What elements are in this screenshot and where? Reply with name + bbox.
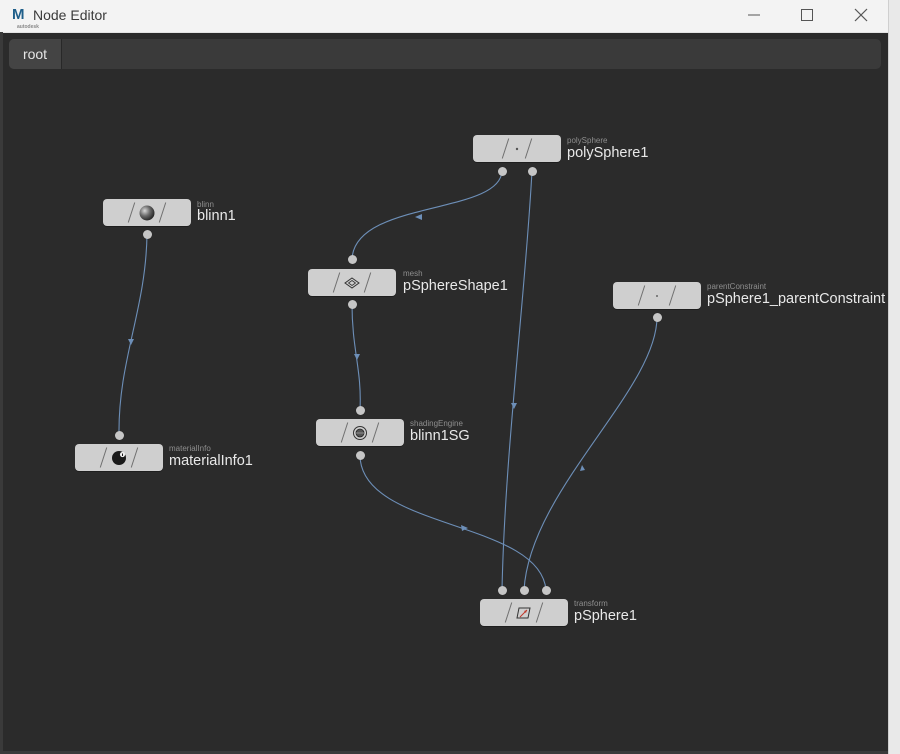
node-polysphere1[interactable] (473, 135, 561, 162)
output-port[interactable] (652, 312, 662, 322)
input-port[interactable] (114, 430, 124, 440)
wire-parentconstraint-to-psphere (523, 316, 658, 591)
parent-constraint-icon (656, 294, 658, 297)
node-type-label: transform (574, 599, 608, 608)
node-materialinfo1[interactable] (75, 444, 163, 471)
material-info-icon (112, 450, 126, 465)
output-port[interactable] (347, 299, 357, 309)
node-type-label: polySphere (567, 136, 608, 145)
node-name-label: pSphereShape1 (403, 278, 508, 294)
node-name-label: blinn1SG (410, 428, 470, 444)
transform-icon (516, 607, 531, 618)
node-psphere1-parentconstraint[interactable] (613, 282, 701, 309)
wire-polysphere-to-pshapeshape (351, 170, 503, 260)
node-name-label: materialInfo1 (169, 453, 253, 469)
mesh-icon (344, 276, 360, 289)
node-name-label: pSphere1 (574, 608, 637, 624)
output-port[interactable] (497, 166, 507, 176)
output-port[interactable] (527, 166, 537, 176)
node-name-label: pSphere1_parentConstraint (707, 291, 886, 307)
node-type-label: shadingEngine (410, 419, 463, 428)
node-psphereshape1[interactable] (308, 269, 396, 296)
node-blinn1sg[interactable] (316, 419, 404, 446)
blinn-sphere-icon (139, 205, 155, 220)
node-name-label: blinn1 (197, 208, 236, 224)
output-port[interactable] (355, 450, 365, 460)
node-graph-connections (118, 170, 658, 591)
node-psphere1[interactable] (480, 599, 568, 626)
node-name-label: polySphere1 (567, 145, 649, 161)
wire-arrow (128, 339, 134, 345)
wire-blinnsg-to-psphere (359, 454, 547, 591)
input-port[interactable] (519, 585, 529, 595)
output-port[interactable] (142, 229, 152, 239)
input-port[interactable] (347, 254, 357, 264)
input-port[interactable] (541, 585, 551, 595)
node-blinn1[interactable] (103, 199, 191, 226)
input-port[interactable] (355, 405, 365, 415)
input-port[interactable] (497, 585, 507, 595)
wire-polysphere-to-psphere (501, 170, 533, 591)
wire-arrow (580, 465, 585, 471)
wire-arrow (354, 354, 360, 360)
node-type-label: parentConstraint (707, 282, 767, 291)
polysphere-icon (515, 147, 519, 150)
node-type-label: mesh (403, 269, 423, 278)
wire-arrow (511, 403, 517, 409)
wire-blinn-to-materialinfo (118, 233, 148, 436)
shading-engine-icon (353, 425, 367, 440)
node-type-label: materialInfo (169, 444, 211, 453)
window-frame-right (888, 0, 900, 754)
wire-arrow (415, 214, 422, 220)
